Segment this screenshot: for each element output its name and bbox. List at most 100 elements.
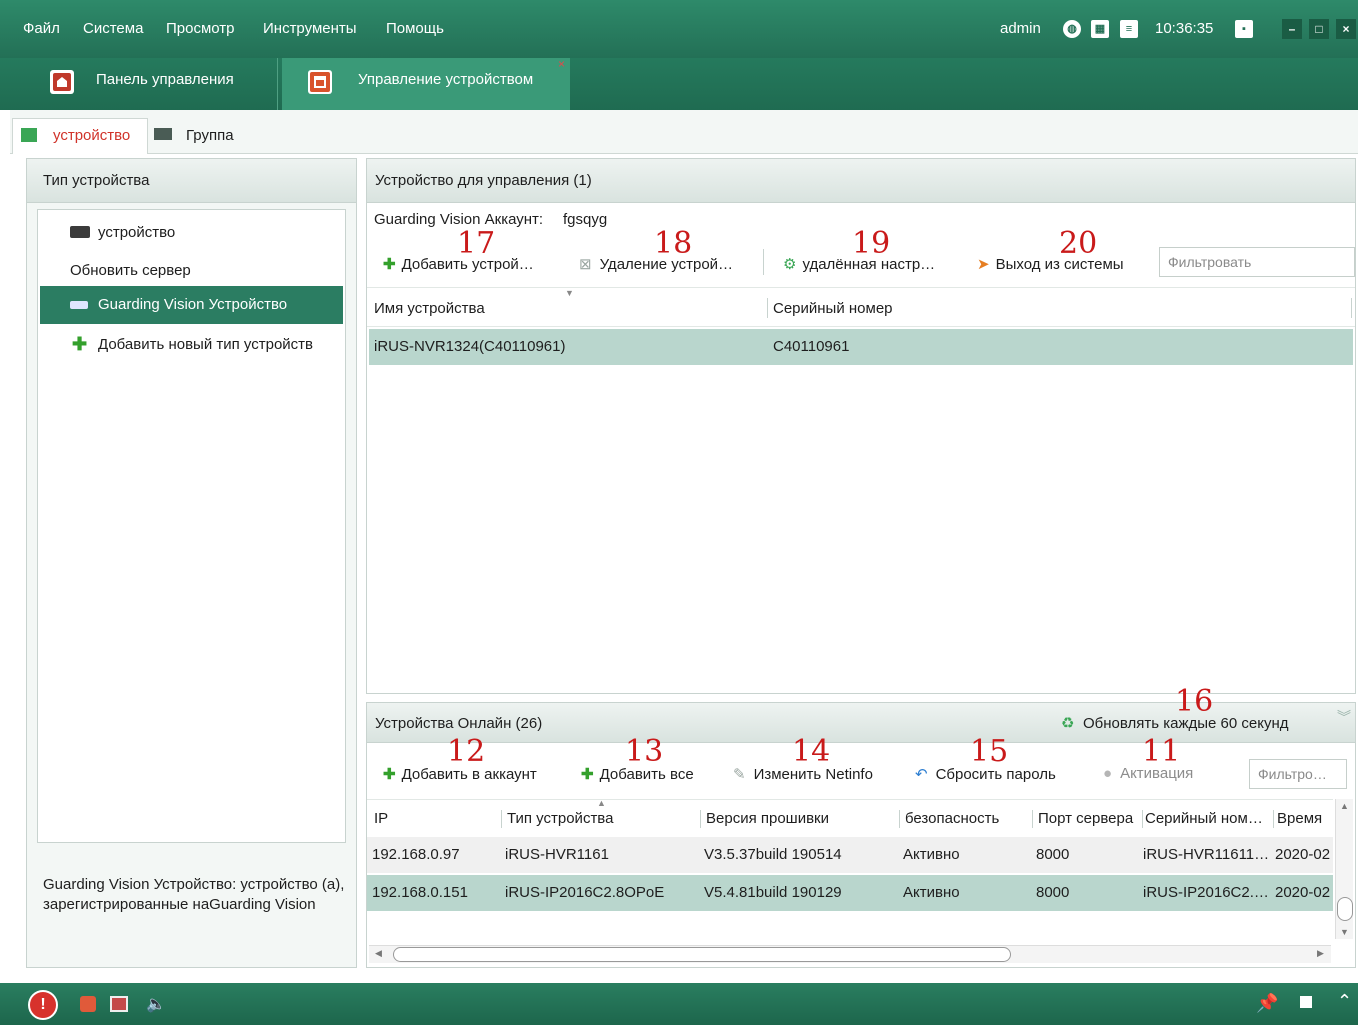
table-row[interactable]: iRUS-NVR1324(C40110961) C40110961 (369, 329, 1353, 365)
cell-type: iRUS-IP2016C2.8OPoE (505, 884, 665, 901)
managed-devices-panel: Устройство для управления (1) Guarding V… (366, 158, 1356, 694)
device-type-list: устройство Обновить сервер Guarding Visi… (37, 209, 346, 843)
list-item-update-server[interactable]: Обновить сервер (38, 256, 345, 286)
menu-system[interactable]: Система (83, 20, 143, 37)
network-icon[interactable]: ≡ (1120, 20, 1138, 38)
cell-serial: C40110961 (773, 338, 850, 355)
username[interactable]: admin (1000, 20, 1041, 37)
column-divider[interactable] (1273, 810, 1274, 828)
scroll-down-icon[interactable]: ▼ (1340, 927, 1349, 937)
column-device-name[interactable]: Имя устройства (374, 300, 485, 317)
menu-view[interactable]: Просмотр (166, 20, 235, 37)
collapse-icon[interactable]: ︾ (1337, 707, 1351, 727)
maximize-button[interactable]: □ (1309, 19, 1329, 39)
table-row[interactable]: 192.168.0.97 iRUS-HVR1161 V3.5.37build 1… (367, 837, 1333, 873)
cell-port: 8000 (1036, 846, 1070, 863)
column-divider[interactable] (1032, 810, 1033, 828)
column-divider[interactable] (1351, 298, 1352, 318)
delete-icon: ⊠ (579, 256, 592, 273)
column-divider[interactable] (767, 298, 768, 318)
plus-icon: ✚ (72, 334, 88, 354)
managed-filter-input[interactable]: Фильтровать (1159, 247, 1355, 277)
close-button[interactable]: × (1336, 19, 1356, 39)
column-serial[interactable]: Серийный номер (773, 300, 893, 317)
annotation-11: 11 (1142, 734, 1181, 769)
list-item-add-type-label: Добавить новый тип устройств (98, 336, 314, 353)
tab-device-management[interactable]: Управление устройством × (282, 57, 570, 110)
subtab-group[interactable]: Группа (152, 118, 262, 154)
column-port[interactable]: Порт сервера (1038, 810, 1142, 827)
vertical-scrollbar[interactable]: ▲ ▼ (1335, 799, 1353, 939)
minimize-button[interactable]: – (1282, 19, 1302, 39)
column-divider[interactable] (501, 810, 502, 828)
undo-arrow-icon: ↶ (915, 766, 928, 783)
pin-icon[interactable]: 📌 (1256, 993, 1278, 1014)
list-item-guarding-vision[interactable]: Guarding Vision Устройство (40, 286, 343, 324)
annotation-17: 17 (457, 226, 496, 261)
menu-file[interactable]: Файл (23, 20, 60, 37)
window-mode-icon[interactable] (1300, 996, 1312, 1008)
sub-tabs: устройство Группа (10, 110, 1358, 154)
cell-security: Активно (903, 846, 960, 863)
annotation-16: 16 (1175, 684, 1214, 719)
device-type-panel: Тип устройства устройство Обновить серве… (26, 158, 357, 968)
column-ip[interactable]: IP (374, 810, 388, 827)
toolbar-divider (763, 249, 764, 275)
managed-grid-header: Имя устройства ▼ Серийный номер (367, 287, 1355, 327)
managed-devices-title: Устройство для управления (1) (375, 172, 592, 189)
scrollbar-thumb[interactable] (393, 947, 1011, 962)
plus-icon: ✚ (581, 766, 594, 783)
tab-control-panel[interactable]: Панель управления (30, 58, 278, 110)
close-tab-icon[interactable]: × (558, 57, 565, 71)
gear-icon: ⚙ (783, 256, 797, 273)
sort-asc-icon: ▲ (597, 798, 606, 808)
subtab-group-label: Группа (186, 127, 234, 144)
module-tabs: Панель управления Управление устройством… (0, 57, 1358, 110)
plus-icon: ✚ (383, 766, 396, 783)
horizontal-scrollbar[interactable]: ◀ ▶ (369, 945, 1331, 963)
scrollbar-thumb[interactable] (1337, 897, 1353, 921)
sort-indicator-icon: ▼ (565, 288, 574, 298)
column-divider[interactable] (899, 810, 900, 828)
status-bar: ! 🔈 📌 ⌃ (0, 983, 1358, 1025)
scroll-left-icon[interactable]: ◀ (375, 948, 382, 959)
lock-icon[interactable]: ▪ (1235, 20, 1253, 38)
column-divider[interactable] (700, 810, 701, 828)
scroll-up-icon[interactable]: ▲ (1340, 801, 1349, 811)
column-firmware[interactable]: Версия прошивки (706, 810, 829, 827)
speaker-mute-icon[interactable]: 🔈 (146, 994, 166, 1014)
list-item-add-type[interactable]: ✚ Добавить новый тип устройств (38, 330, 345, 360)
cell-ip: 192.168.0.97 (372, 846, 460, 863)
cell-security: Активно (903, 884, 960, 901)
alarm-event-icon[interactable] (80, 996, 96, 1012)
globe-icon[interactable]: ◍ (1063, 20, 1081, 38)
dvr-icon (70, 226, 90, 238)
cloud-device-icon (70, 301, 88, 309)
alarm-icon[interactable]: ! (28, 990, 58, 1020)
image-icon[interactable] (110, 996, 128, 1012)
clock: 10:36:35 (1155, 20, 1214, 37)
scroll-right-icon[interactable]: ▶ (1317, 948, 1324, 959)
online-filter-input[interactable]: Фильтро… (1249, 759, 1347, 789)
account-value: fgsqyg (563, 211, 608, 228)
bulb-icon: ● (1103, 765, 1113, 782)
column-security[interactable]: безопасность (905, 810, 999, 827)
device-management-icon (308, 70, 332, 94)
column-serial-number[interactable]: Серийный ном… (1145, 810, 1263, 827)
menu-tools[interactable]: Инструменты (263, 20, 357, 37)
tab-device-management-label: Управление устройством (358, 71, 534, 88)
menu-help[interactable]: Помощь (386, 20, 444, 37)
managed-devices-header: Устройство для управления (1) (367, 159, 1355, 203)
annotation-20: 20 (1059, 226, 1098, 261)
plus-icon: ✚ (383, 256, 396, 273)
list-item-device[interactable]: устройство (38, 218, 345, 248)
column-divider[interactable] (1142, 810, 1143, 828)
cpu-icon[interactable]: ▦ (1091, 20, 1109, 38)
column-device-type[interactable]: Тип устройства (507, 810, 613, 827)
table-row[interactable]: 192.168.0.151 iRUS-IP2016C2.8OPoE V5.4.8… (367, 875, 1333, 911)
subtab-device[interactable]: устройство (12, 118, 148, 154)
column-time[interactable]: Время (1277, 810, 1331, 827)
expand-up-icon[interactable]: ⌃ (1337, 991, 1352, 1012)
logout-button[interactable]: ➤ Выход из системы (977, 255, 1124, 273)
annotation-15: 15 (970, 734, 1009, 769)
